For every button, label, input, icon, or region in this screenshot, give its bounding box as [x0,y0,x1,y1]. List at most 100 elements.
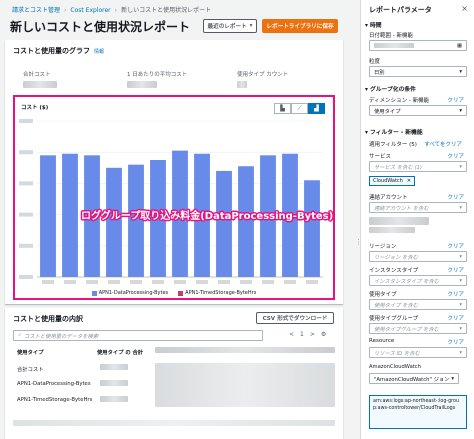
report-parameters-panel: レポートパラメータ × ▾ 時間 日付範囲 - 新機能 ▦ 粒度 日別 ▾ ▾ … [360,0,474,439]
breadcrumb-cost-explorer[interactable]: Cost Explorer [70,7,110,14]
graph-section-title: コストと使用量のグラフ 情報 [13,46,104,56]
y-tick-label [19,212,33,217]
resource-label: Resource [369,338,395,344]
account-placeholder: 連結アカウント を含む [374,205,429,212]
instance-type-input[interactable]: インスタンスタイプ を含む ▾ [369,275,467,286]
search-placeholder: コストと使用量のデータを検索 [23,333,99,340]
service-token[interactable]: CloudWatch ✕ [369,176,416,186]
usage-group-input[interactable]: 使用タイプグループ を含む ▾ [369,323,467,334]
dimension-clear-link[interactable]: クリア [447,96,464,104]
dimension-select[interactable]: 使用タイプ ▾ [369,105,467,116]
graph-title-text: コストと使用量のグラフ [13,47,90,55]
granularity-select[interactable]: 日別 ▾ [369,66,467,77]
usage-group-clear-link[interactable]: クリア [447,314,464,322]
breakdown-search-input[interactable]: ⌕ コストと使用量のデータを検索 [13,330,263,341]
prev-page-icon[interactable]: < [289,331,294,338]
usage-type-input[interactable]: 使用タイプ を含む ▾ [369,299,467,310]
resource-value-select[interactable]: "AmazonCloudWatch" ジョン ▾ [369,373,459,384]
service-filter-input[interactable]: サービス を含む (1) ▾ [369,161,467,172]
caret-down-icon: ▾ [459,253,462,260]
time-section-label: 時間 [369,23,382,29]
bar-dataprocessing[interactable] [216,170,232,277]
save-to-library-button[interactable]: レポートライブラリに保存 [262,19,338,33]
time-section[interactable]: ▾ 時間 [365,20,382,29]
x-tick-label [196,280,208,284]
bar-dataprocessing[interactable] [304,180,320,277]
legend-swatch [91,290,97,296]
y-tick-label [19,119,33,123]
annotation-overlay: ロググループ取り込み料金(DataProcessing-Bytes) [81,211,334,222]
group-section[interactable]: ▾ グループ化の条件 [365,84,416,93]
bar-dataprocessing[interactable] [106,167,122,277]
table-row-total: 合計コスト [17,367,44,373]
bar-dataprocessing[interactable] [62,153,78,277]
service-token-label: CloudWatch [373,178,403,184]
table-row-dataprocessing: APN1-DataProcessing-Bytes [17,381,91,387]
usage-group-label: 使用タイプグループ [369,316,419,322]
table-cell-value [100,396,128,402]
resource-filter-input[interactable]: リソース ID を含む ▾ [369,347,467,358]
legend-item-dataprocessing[interactable]: APN1-DataProcessing-Bytes [91,290,169,296]
next-page-icon[interactable]: > [310,331,315,338]
line-chart-view-icon[interactable]: ⟋ [291,103,308,114]
caret-down-icon: ▾ [459,349,462,356]
breakdown-card: コストと使用量の内訳 CSV 形式でダウンロード ⌕ コストと使用量のデータを検… [5,308,343,439]
settings-gear-icon[interactable]: ⚙ [321,331,326,338]
instance-type-label: インスタンスタイプ [369,268,419,274]
caret-down-icon: ▾ [459,277,462,284]
applied-filters-label: 適用フィルター (5) [369,142,417,148]
csv-download-button[interactable]: CSV 形式でダウンロード [256,312,334,324]
x-tick-label [86,280,98,284]
table-header-total[interactable]: 使用タイプ の 合計 [97,348,143,356]
linked-account-input[interactable]: 連結アカウント を含む ▾ [369,202,467,213]
metric-total-cost-label: 合計コスト [23,72,51,78]
page-number[interactable]: 1 [300,331,304,338]
region-filter-input[interactable]: リージョン を含む ▾ [369,251,467,262]
region-clear-link[interactable]: クリア [447,242,464,250]
breadcrumb-billing[interactable]: 請求とコスト管理 [12,7,60,14]
chevron-right-icon: › [64,7,67,14]
bar-dataprocessing[interactable] [40,155,56,277]
service-clear-link[interactable]: クリア [447,152,464,160]
caret-down-icon: ▾ [459,325,462,332]
chart-view-toggle: ▙ ⟋ ▟ [274,103,325,114]
recent-reports-button[interactable]: 最近のレポート ▾ [203,19,257,33]
linked-account-label: 連結アカウント [369,195,408,201]
resource-placeholder: リソース ID を含む [374,350,420,357]
calendar-icon: ▦ [456,42,462,49]
x-tick-label [42,280,54,284]
breadcrumb-current: 新しいコストと使用状況レポート [121,7,212,14]
close-icon[interactable]: × [461,4,468,13]
page-title: 新しいコストと使用状況レポート [10,20,191,34]
instance-clear-link[interactable]: クリア [447,266,464,274]
chart-y-label: コスト ($) [21,105,49,111]
x-tick-label [284,280,296,284]
date-range-value [374,43,414,48]
region-placeholder: リージョン を含む [374,254,418,261]
graph-info-link[interactable]: 情報 [94,49,104,55]
bar-chart-view-icon[interactable]: ▙ [274,103,291,114]
dimension-label: ディメンション - 新機能 [369,98,430,104]
account-clear-link[interactable]: クリア [447,193,464,201]
legend-item-timedstorage[interactable]: APN1-TimedStorage-ByteHrs [178,290,256,296]
legend-label: APN1-DataProcessing-Bytes [98,290,169,296]
resource-clear-link[interactable]: クリア [447,338,464,346]
clear-all-link[interactable]: すべてをクリア [424,140,462,148]
legend-swatch [178,290,184,296]
caret-down-icon: ▾ [459,204,462,211]
chevron-right-icon: › [114,7,118,14]
account-token-value [369,227,415,233]
stacked-bar-view-icon[interactable]: ▟ [308,103,325,114]
resource-arn-token[interactable]: arn:aws:logs:ap-northeast-:log-group:aws… [369,395,467,429]
metric-avg-daily-label: 1 日あたりの平均コスト [127,72,188,78]
x-tick-label [108,280,120,284]
usage-type-clear-link[interactable]: クリア [447,290,464,298]
usage-type-placeholder: 使用タイプ を含む [374,302,419,309]
granularity-value: 日別 [374,69,385,76]
filter-section-label: フィルター - 新機能 [369,130,423,136]
table-header-usage-type[interactable]: 使用タイプ [17,348,44,356]
remove-icon[interactable]: ✕ [407,178,411,184]
date-range-input[interactable]: ▦ [369,40,467,51]
filter-section[interactable]: ▾ フィルター - 新機能 [365,127,423,136]
x-tick-label [152,280,164,284]
